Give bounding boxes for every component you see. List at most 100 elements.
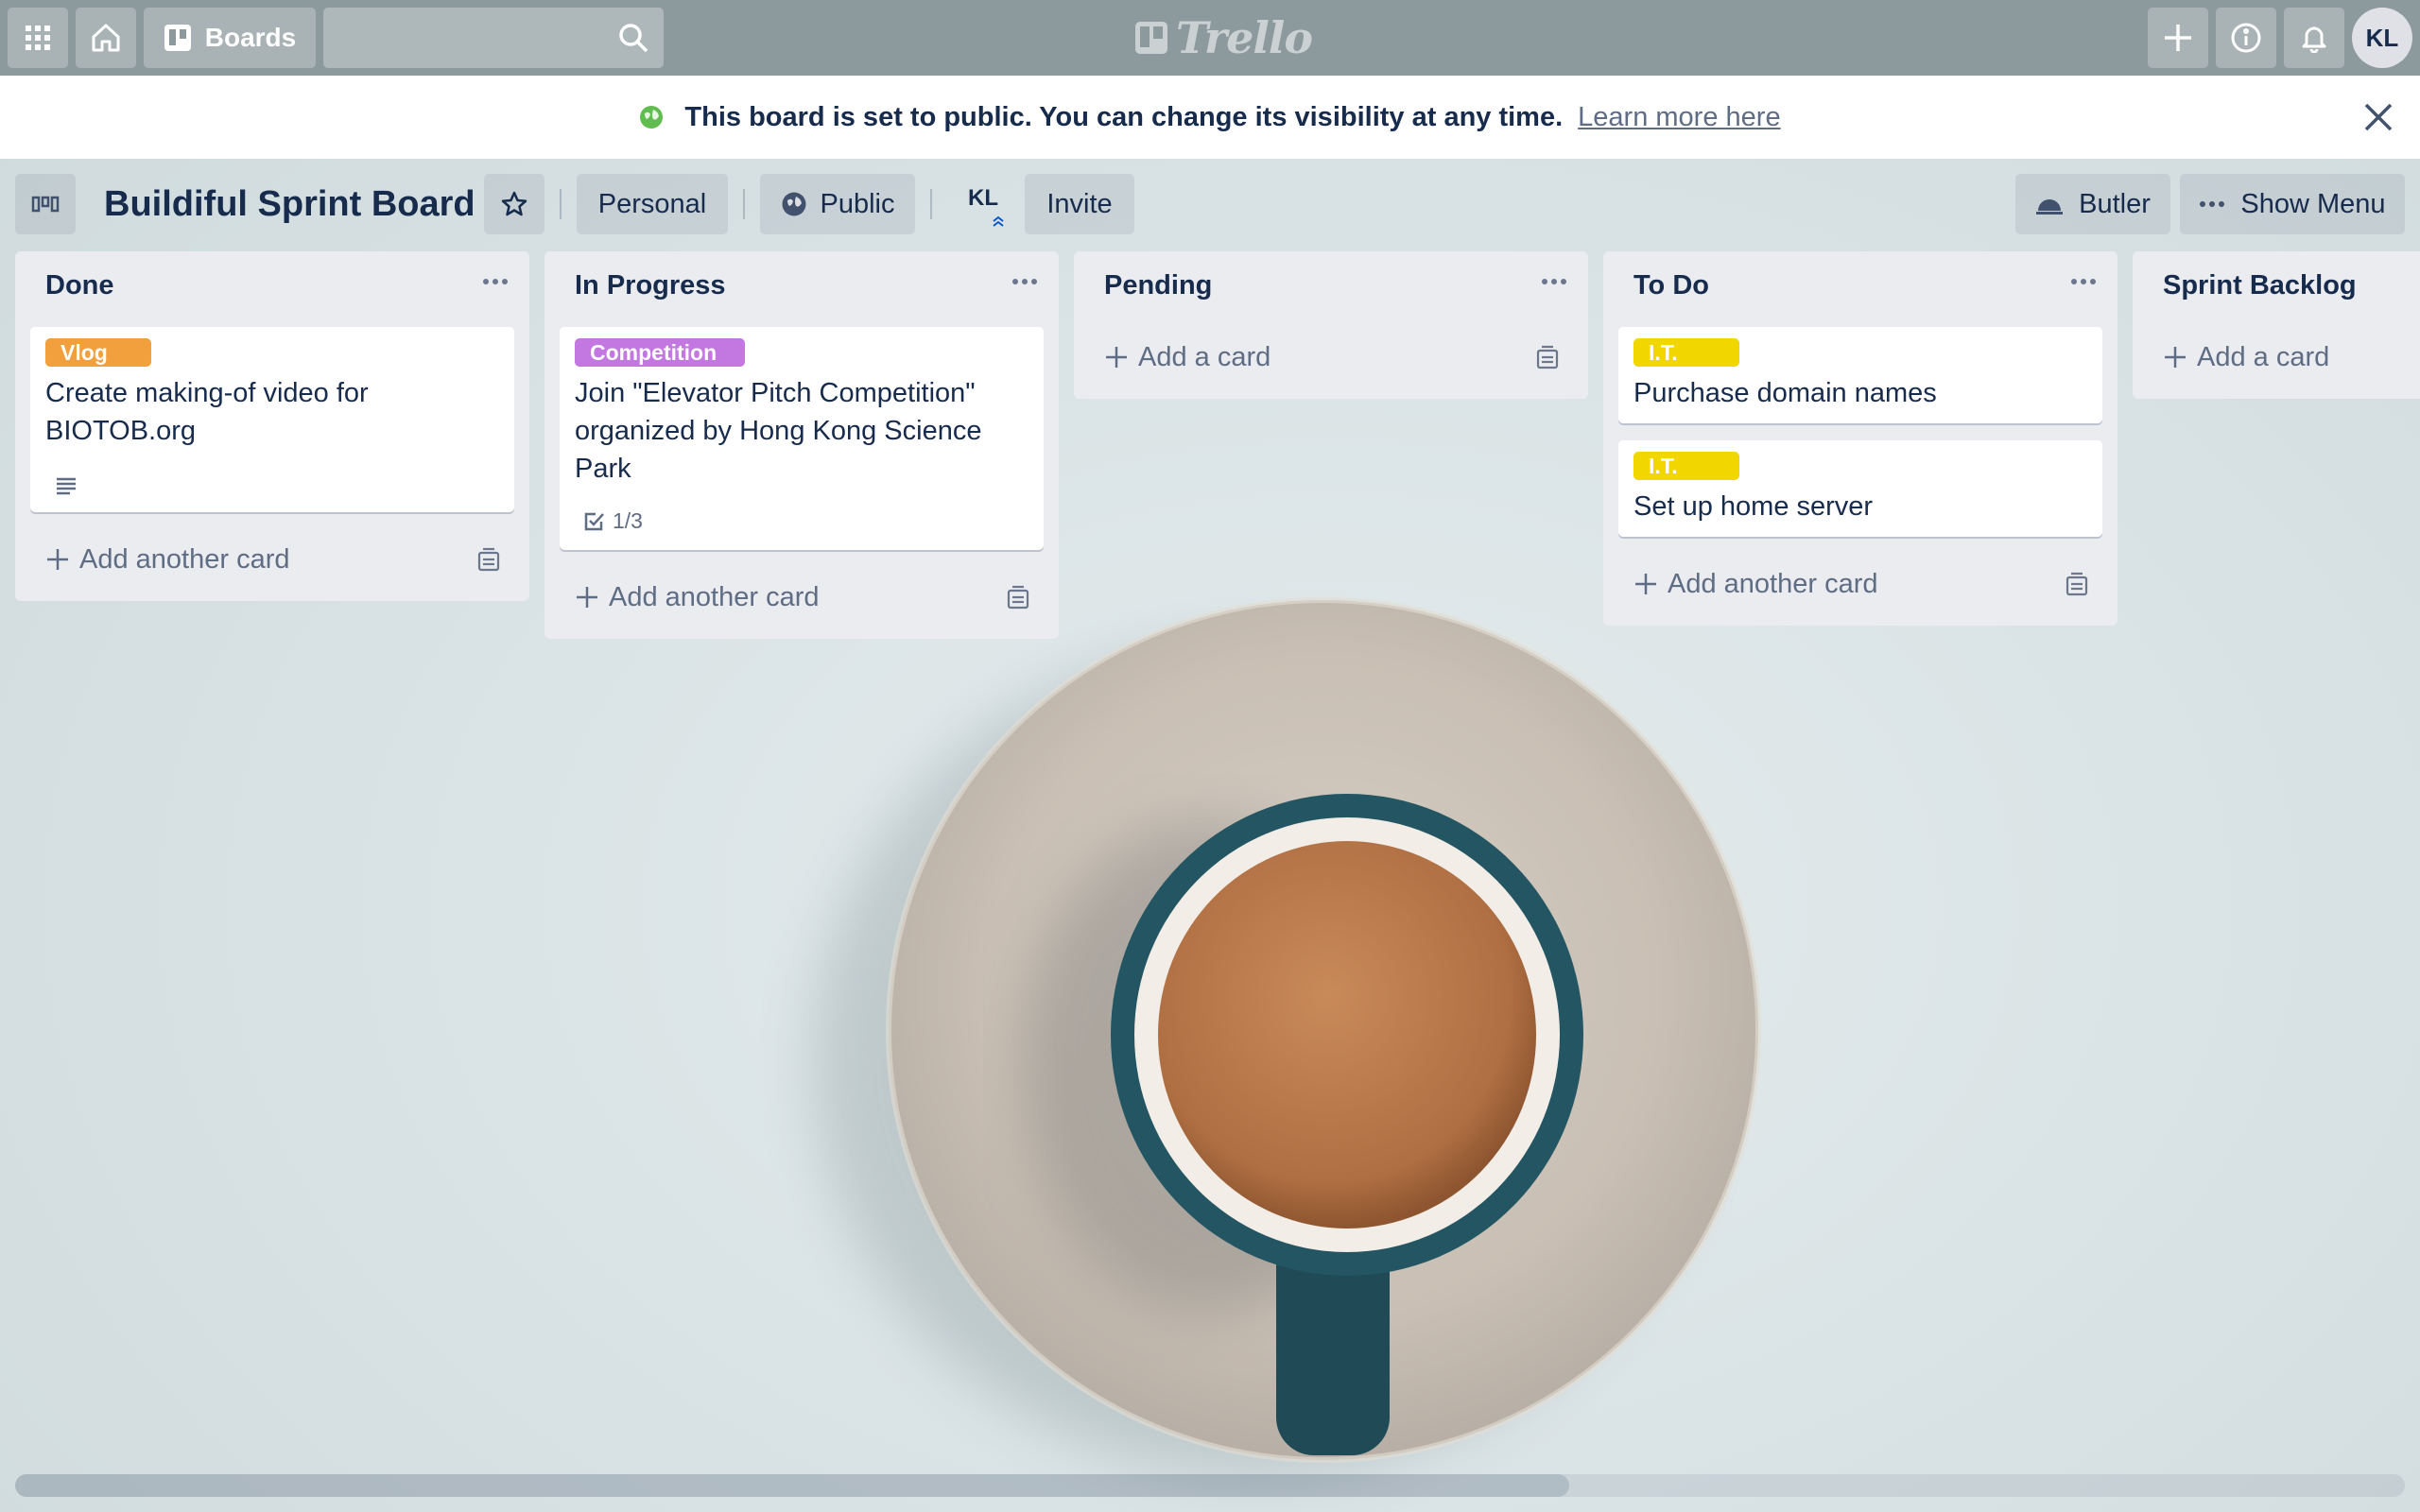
user-avatar[interactable]: KL <box>2352 8 2412 68</box>
add-card-button[interactable]: Add another card <box>1634 563 1877 605</box>
search-box[interactable] <box>323 8 664 68</box>
grid-icon <box>26 26 50 50</box>
board-view-icon <box>31 196 60 213</box>
butler-button[interactable]: Butler <box>2015 174 2170 234</box>
list-menu-icon[interactable] <box>1541 278 1567 285</box>
checklist-badge: 1/3 <box>582 508 643 534</box>
team-visibility-button[interactable]: Personal <box>577 174 728 234</box>
star-icon <box>501 191 527 216</box>
add-card-label: Add a card <box>1138 341 1271 372</box>
bell-icon <box>2302 26 2326 53</box>
plus-icon <box>577 587 597 608</box>
horizontal-scrollbar[interactable] <box>15 1474 2405 1497</box>
close-icon <box>2364 103 2393 131</box>
board-icon <box>164 25 191 51</box>
team-label: Personal <box>597 188 707 219</box>
card-title-line: Park <box>575 454 631 484</box>
card-template-icon[interactable] <box>475 546 503 575</box>
list-menu-icon[interactable] <box>2070 278 2097 285</box>
card-title-line: organized by Hong Kong Science <box>575 416 982 446</box>
show-menu-label: Show Menu <box>2240 188 2386 219</box>
header-divider <box>560 189 562 219</box>
search-icon[interactable] <box>618 23 648 53</box>
add-card-label: Add a card <box>2197 341 2330 372</box>
notifications-button[interactable] <box>2284 8 2344 68</box>
plus-icon <box>2165 347 2186 368</box>
card-title-line: Create making-of video for <box>45 378 369 408</box>
trello-logo[interactable]: Trello <box>1134 12 1313 63</box>
list-pending: Pending Add a card <box>1074 251 1588 399</box>
learn-more-link[interactable]: Learn more here <box>1578 102 1780 133</box>
card-template-icon[interactable] <box>1533 344 1562 372</box>
card-template-icon[interactable] <box>1004 584 1032 612</box>
list-title[interactable]: In Progress <box>575 270 726 301</box>
show-menu-button[interactable]: Show Menu <box>2180 174 2405 234</box>
more-dots-icon <box>2200 201 2225 207</box>
banner-message: This board is set to public. You can cha… <box>684 101 1564 132</box>
card-title-line: Join "Elevator Pitch Competition" <box>575 378 976 408</box>
board-member-avatar[interactable]: KL <box>962 185 1004 238</box>
card-title-line: BIOTOB.org <box>45 416 197 446</box>
plus-icon <box>1635 574 1656 594</box>
card[interactable]: I.T. Purchase domain names <box>1618 327 2102 423</box>
header-divider <box>930 189 932 219</box>
add-card-button[interactable]: Add a card <box>1104 336 1270 378</box>
card-label: I.T. <box>1634 338 1739 367</box>
list-title[interactable]: Done <box>45 270 114 301</box>
butler-bell-icon <box>2036 199 2064 215</box>
invite-label: Invite <box>1046 188 1113 219</box>
admin-chevron-icon <box>993 215 1004 227</box>
board-visibility-button[interactable]: Public <box>760 174 915 234</box>
info-icon <box>2231 23 2261 53</box>
card-title: Join "Elevator Pitch Competition" organi… <box>575 374 1028 488</box>
user-initials: KL <box>2365 23 2399 52</box>
apps-switcher-button[interactable] <box>8 8 68 68</box>
top-navigation-bar: Boards Trello KL <box>0 0 2420 76</box>
list-title[interactable]: Sprint Backlog <box>2163 270 2357 301</box>
add-card-button[interactable]: Add a card <box>2163 336 2329 378</box>
boards-button[interactable]: Boards <box>144 8 316 68</box>
list-done: Done Vlog Create making-of video for BIO… <box>15 251 529 601</box>
checklist-count: 1/3 <box>613 508 643 533</box>
create-button[interactable] <box>2148 8 2208 68</box>
star-board-button[interactable] <box>484 174 544 234</box>
search-input[interactable] <box>323 8 637 68</box>
information-button[interactable] <box>2216 8 2276 68</box>
list-title[interactable]: Pending <box>1104 270 1212 301</box>
home-icon <box>92 24 120 52</box>
checklist-icon <box>584 512 604 530</box>
list-to-do: To Do I.T. Purchase domain names I.T. Se… <box>1603 251 2118 626</box>
header-divider <box>743 189 745 219</box>
home-button[interactable] <box>76 8 136 68</box>
add-card-button[interactable]: Add another card <box>575 576 819 618</box>
visibility-banner: This board is set to public. You can cha… <box>0 76 2420 159</box>
add-card-label: Add another card <box>79 543 290 575</box>
plus-icon <box>2165 25 2191 51</box>
card-title: Purchase domain names <box>1634 378 1937 408</box>
list-menu-icon[interactable] <box>482 278 509 285</box>
card-title: Set up home server <box>1634 491 1874 522</box>
board-title[interactable]: Buildiful Sprint Board <box>104 178 475 231</box>
scrollbar-thumb[interactable] <box>15 1474 1569 1497</box>
globe-icon <box>640 106 664 129</box>
list-menu-icon[interactable] <box>1011 278 1038 285</box>
card[interactable]: Vlog Create making-of video for BIOTOB.o… <box>30 327 514 512</box>
logo-text: Trello <box>1176 12 1313 63</box>
add-card-label: Add another card <box>1668 568 1878 599</box>
card-template-icon[interactable] <box>2063 571 2091 599</box>
member-initials: KL <box>968 185 998 211</box>
list-sprint-backlog: Sprint Backlog Add a card <box>2133 251 2420 399</box>
card[interactable]: Competition Join "Elevator Pitch Competi… <box>560 327 1044 550</box>
banner-close-button[interactable] <box>2360 98 2397 136</box>
butler-label: Butler <box>2079 188 2151 219</box>
description-icon <box>57 477 76 495</box>
invite-button[interactable]: Invite <box>1025 174 1134 234</box>
card[interactable]: I.T. Set up home server <box>1618 440 2102 537</box>
add-card-button[interactable]: Add another card <box>45 539 289 580</box>
list-in-progress: In Progress Competition Join "Elevator P… <box>544 251 1059 639</box>
card-title: Create making-of video for BIOTOB.org <box>45 374 499 450</box>
list-title[interactable]: To Do <box>1634 270 1709 301</box>
visibility-label: Public <box>820 188 895 219</box>
board-view-switcher-button[interactable] <box>15 174 76 234</box>
boards-label: Boards <box>204 23 297 52</box>
